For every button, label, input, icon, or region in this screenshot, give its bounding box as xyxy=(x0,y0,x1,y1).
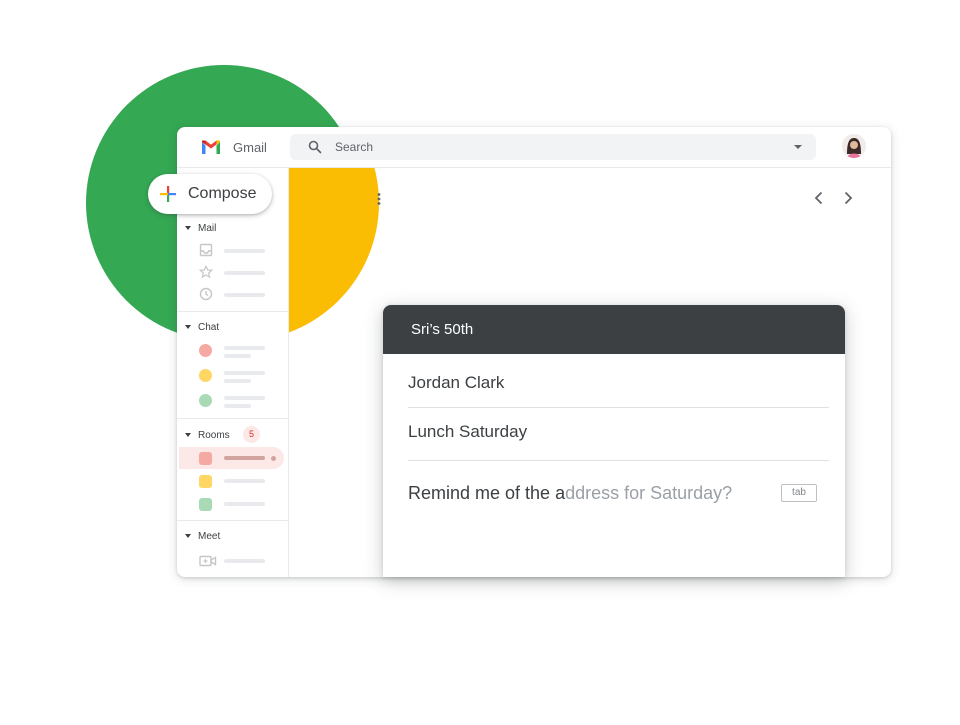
account-avatar[interactable] xyxy=(842,134,866,158)
mail-item-placeholder[interactable] xyxy=(224,249,265,253)
recipient-field[interactable]: Jordan Clark xyxy=(408,373,504,393)
room-item-placeholder[interactable] xyxy=(224,502,265,506)
inbox-icon[interactable] xyxy=(199,243,213,257)
divider xyxy=(408,407,829,408)
search-icon xyxy=(308,140,322,154)
plus-icon xyxy=(160,186,176,202)
compose-window-title: Sri’s 50th xyxy=(411,321,474,338)
search-input[interactable]: Search xyxy=(290,134,816,160)
divider xyxy=(177,418,288,419)
chat-avatar-yellow[interactable] xyxy=(199,369,212,382)
compose-label: Compose xyxy=(188,185,257,202)
section-chat-label: Chat xyxy=(198,322,220,333)
section-rooms-header[interactable]: Rooms xyxy=(185,430,230,441)
compose-button[interactable]: Compose xyxy=(148,174,272,214)
collapse-caret-icon xyxy=(185,226,191,231)
compose-window: Sri’s 50th Jordan Clark Lunch Saturday R… xyxy=(383,305,845,577)
chevron-left-icon[interactable] xyxy=(812,190,826,206)
subject-field[interactable]: Lunch Saturday xyxy=(408,422,527,442)
avatar-portrait-icon xyxy=(842,134,866,158)
rooms-unread-badge: 5 xyxy=(243,426,260,443)
top-bar: Gmail Search xyxy=(177,127,891,168)
star-icon[interactable] xyxy=(199,265,213,279)
section-mail-header[interactable]: Mail xyxy=(185,223,216,234)
clock-icon[interactable] xyxy=(199,287,213,301)
message-body[interactable]: Remind me of the address for Saturday? xyxy=(408,483,732,504)
sidebar: Mail Chat Rooms 5 Meet xyxy=(177,168,289,577)
gmail-logo-icon[interactable] xyxy=(201,139,221,155)
section-rooms-label: Rooms xyxy=(198,430,230,441)
chat-item-placeholder[interactable] xyxy=(224,396,265,400)
collapse-caret-icon xyxy=(185,534,191,539)
video-camera-icon[interactable] xyxy=(199,554,217,568)
room-red[interactable] xyxy=(199,452,212,465)
collapse-caret-icon xyxy=(185,433,191,438)
section-chat-header[interactable]: Chat xyxy=(185,322,219,333)
room-green[interactable] xyxy=(199,498,212,511)
collapse-caret-icon xyxy=(185,325,191,330)
mail-item-placeholder[interactable] xyxy=(224,293,265,297)
section-mail-label: Mail xyxy=(198,223,217,234)
section-meet-header[interactable]: Meet xyxy=(185,531,220,542)
chat-item-placeholder[interactable] xyxy=(224,346,265,350)
chevron-right-icon[interactable] xyxy=(841,190,855,206)
divider xyxy=(408,460,829,461)
room-item-placeholder xyxy=(224,456,265,460)
chat-avatar-red[interactable] xyxy=(199,344,212,357)
room-yellow[interactable] xyxy=(199,475,212,488)
more-options-icon[interactable] xyxy=(377,192,381,206)
tab-key-hint: tab xyxy=(781,484,817,502)
search-placeholder: Search xyxy=(335,140,374,154)
room-unread-dot xyxy=(271,456,276,461)
typed-text: Remind me of the a xyxy=(408,483,566,503)
compose-window-header[interactable]: Sri’s 50th xyxy=(383,305,845,354)
room-item-placeholder[interactable] xyxy=(224,479,265,483)
chat-avatar-green[interactable] xyxy=(199,394,212,407)
section-meet-label: Meet xyxy=(198,531,221,542)
decorative-yellow-circle xyxy=(289,168,379,341)
divider xyxy=(177,520,288,521)
chat-item-placeholder[interactable] xyxy=(224,371,265,375)
search-options-caret-icon[interactable] xyxy=(794,145,802,149)
app-name: Gmail xyxy=(233,140,267,155)
smart-compose-suggestion: ddress for Saturday? xyxy=(565,483,733,503)
chat-item-placeholder xyxy=(224,404,251,408)
mail-item-placeholder[interactable] xyxy=(224,271,265,275)
chat-item-placeholder xyxy=(224,354,251,358)
meet-item-placeholder[interactable] xyxy=(224,559,265,563)
divider xyxy=(177,311,288,312)
chat-item-placeholder xyxy=(224,379,251,383)
